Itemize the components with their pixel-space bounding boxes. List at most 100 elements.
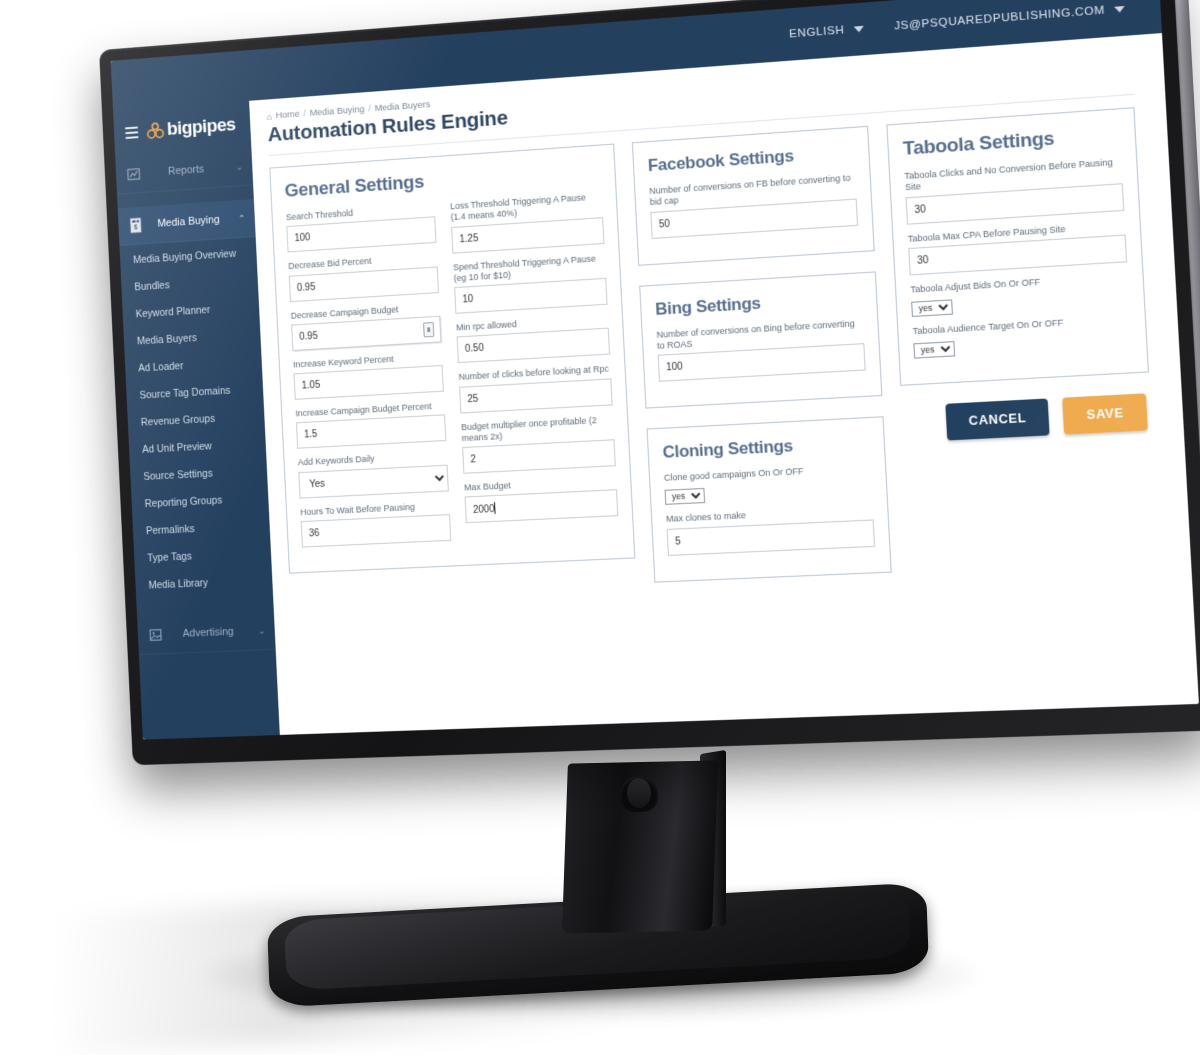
field-increase-keyword-percent: Increase Keyword Percent <box>293 351 444 400</box>
field-taboola-clicks-no-conversion: Taboola Clicks and No Conversion Before … <box>904 156 1124 224</box>
field-fb-conversions: Number of conversions on FB before conve… <box>649 172 858 238</box>
chevron-down-icon: ⌄ <box>236 162 244 171</box>
field-label: Max clones to make <box>666 504 874 525</box>
chart-icon <box>127 166 141 182</box>
loss-threshold-input[interactable] <box>451 217 604 254</box>
general-right-column: Loss Threshold Triggering A Pause (1.4 m… <box>450 191 620 548</box>
monitor-mockup-stage: ENGLISH JS@PSQUAREDPUBLISHING.COM <box>0 0 1200 1044</box>
field-label: Clone good campaigns On Or OFF <box>664 463 872 484</box>
monitor-screen: ENGLISH JS@PSQUAREDPUBLISHING.COM <box>111 0 1199 740</box>
user-account-menu[interactable]: JS@PSQUAREDPUBLISHING.COM <box>894 3 1125 33</box>
svg-text:$: $ <box>134 225 138 232</box>
field-label: Taboola Audience Target On Or OFF <box>912 314 1130 338</box>
chevron-down-icon: ⌄ <box>258 626 266 635</box>
sidebar-group-advertising[interactable]: Advertising ⌄ <box>137 612 276 656</box>
home-icon: ⌂ <box>267 111 273 121</box>
sidebar-subnav-media-buying: Media Buying Overview Bundles Keyword Pl… <box>119 237 273 604</box>
field-label: Taboola Clicks and No Conversion Before … <box>904 156 1122 193</box>
field-loss-threshold: Loss Threshold Triggering A Pause (1.4 m… <box>450 191 605 253</box>
hours-to-wait-input[interactable] <box>301 514 452 548</box>
user-email-label: JS@PSQUAREDPUBLISHING.COM <box>894 4 1105 32</box>
panel-title-taboola: Taboola Settings <box>902 124 1120 161</box>
panel-taboola-settings: Taboola Settings Taboola Clicks and No C… <box>886 107 1149 386</box>
max-budget-input[interactable] <box>465 489 619 523</box>
field-budget-multiplier: Budget multiplier once profitable (2 mea… <box>461 414 616 474</box>
field-label: Taboola Max CPA Before Pausing Site <box>908 220 1126 245</box>
application-window: ENGLISH JS@PSQUAREDPUBLISHING.COM <box>111 0 1199 740</box>
clicks-before-rpc-input[interactable] <box>459 378 613 413</box>
field-label: Taboola Adjust Bids On Or OFF <box>910 271 1128 295</box>
form-actions: CANCEL SAVE <box>901 393 1152 443</box>
field-search-threshold: Search Threshold <box>286 202 437 252</box>
panel-cloning-settings: Cloning Settings Clone good campaigns On… <box>647 416 892 582</box>
field-decrease-bid-percent: Decrease Bid Percent <box>288 252 439 302</box>
body-row: bigpipes Reports <box>113 33 1199 740</box>
chevron-down-icon <box>1114 6 1125 13</box>
field-add-keywords-daily: Add Keywords Daily Yes No <box>298 450 449 498</box>
max-clones-input[interactable] <box>667 519 875 556</box>
logo-text: bigpipes <box>166 115 236 141</box>
autofill-icon[interactable] <box>423 322 434 337</box>
hamburger-menu-icon[interactable] <box>125 126 139 139</box>
main-content: ⌂ Home / Media Buying / Media Buyers Aut… <box>249 33 1199 735</box>
taboola-max-cpa-input[interactable] <box>908 234 1127 275</box>
breadcrumb-separator: / <box>368 104 371 115</box>
field-decrease-campaign-budget: Decrease Campaign Budget <box>290 301 441 350</box>
min-rpc-allowed-input[interactable] <box>457 328 610 364</box>
field-taboola-max-cpa: Taboola Max CPA Before Pausing Site <box>908 220 1128 276</box>
logo[interactable]: bigpipes <box>146 115 236 143</box>
decrease-campaign-budget-input[interactable] <box>291 315 441 350</box>
taboola-audience-target-select[interactable]: yes no <box>913 341 955 359</box>
field-max-budget: Max Budget 2000 <box>464 475 618 523</box>
panel-facebook-settings: Facebook Settings Number of conversions … <box>632 126 875 266</box>
increase-keyword-percent-input[interactable] <box>294 365 444 400</box>
cancel-button[interactable]: CANCEL <box>945 399 1050 441</box>
decrease-bid-percent-input[interactable] <box>289 266 439 302</box>
field-label: Number of conversions on FB before conve… <box>649 172 856 208</box>
general-fields-grid: Search Threshold Decrease Bid Percent <box>286 191 620 556</box>
sidebar-item-media-library[interactable]: Media Library <box>135 567 273 600</box>
panel-title-bing: Bing Settings <box>655 287 863 319</box>
settings-columns: General Settings Search Threshold <box>269 107 1160 617</box>
field-clicks-before-rpc: Number of clicks before looking at Rpc <box>458 364 612 413</box>
panel-bing-settings: Bing Settings Number of conversions on B… <box>639 271 882 409</box>
image-icon <box>149 627 163 643</box>
field-clone-good-campaigns: Clone good campaigns On Or OFF yes no <box>664 463 873 505</box>
sidebar-group-label: Media Buying <box>152 213 230 230</box>
column-taboola: Taboola Settings Taboola Clicks and No C… <box>886 107 1152 443</box>
panel-title-facebook: Facebook Settings <box>647 142 854 176</box>
increase-campaign-budget-percent-input[interactable] <box>296 415 446 449</box>
save-button[interactable]: SAVE <box>1063 394 1148 435</box>
breadcrumb-separator: / <box>303 108 306 119</box>
fb-conversions-input[interactable] <box>650 198 858 238</box>
sidebar-group-label: Advertising <box>171 625 249 640</box>
bing-conversions-input[interactable] <box>658 343 866 382</box>
column-general: General Settings Search Threshold <box>269 144 636 593</box>
budget-multiplier-input[interactable] <box>462 439 616 474</box>
taboola-clicks-no-conversion-input[interactable] <box>906 183 1125 225</box>
input-wrapper <box>291 315 441 350</box>
language-selector[interactable]: ENGLISH <box>789 23 864 41</box>
bigpipes-logo-icon <box>146 121 165 141</box>
sidebar-group-label: Reports <box>149 162 226 179</box>
field-min-rpc-allowed: Min rpc allowed <box>456 314 610 364</box>
field-label: Number of conversions on Bing before con… <box>656 317 864 352</box>
spend-threshold-input[interactable] <box>454 278 607 314</box>
field-hours-to-wait-before-pausing: Hours To Wait Before Pausing <box>300 500 451 548</box>
field-taboola-adjust-bids: Taboola Adjust Bids On Or OFF yes no <box>910 271 1129 317</box>
monitor: ENGLISH JS@PSQUAREDPUBLISHING.COM <box>99 0 1200 765</box>
chevron-down-icon <box>853 26 863 33</box>
breadcrumb-item-home[interactable]: Home <box>275 109 299 121</box>
search-threshold-input[interactable] <box>286 217 436 253</box>
field-max-clones: Max clones to make <box>666 504 875 555</box>
field-spend-threshold: Spend Threshold Triggering A Pause (eg 1… <box>453 252 608 313</box>
taboola-adjust-bids-select[interactable]: yes no <box>911 299 953 317</box>
add-keywords-daily-select[interactable]: Yes No <box>298 464 448 498</box>
clone-good-campaigns-select[interactable]: yes no <box>665 488 706 505</box>
panel-general-settings: General Settings Search Threshold <box>269 144 635 574</box>
panel-title-cloning: Cloning Settings <box>662 432 870 463</box>
general-left-column: Search Threshold Decrease Bid Percent <box>286 202 452 556</box>
document-dollar-icon: $ <box>129 217 143 233</box>
input-wrapper: 2000 <box>465 489 619 523</box>
field-increase-campaign-budget-percent: Increase Campaign Budget Percent <box>295 401 446 449</box>
